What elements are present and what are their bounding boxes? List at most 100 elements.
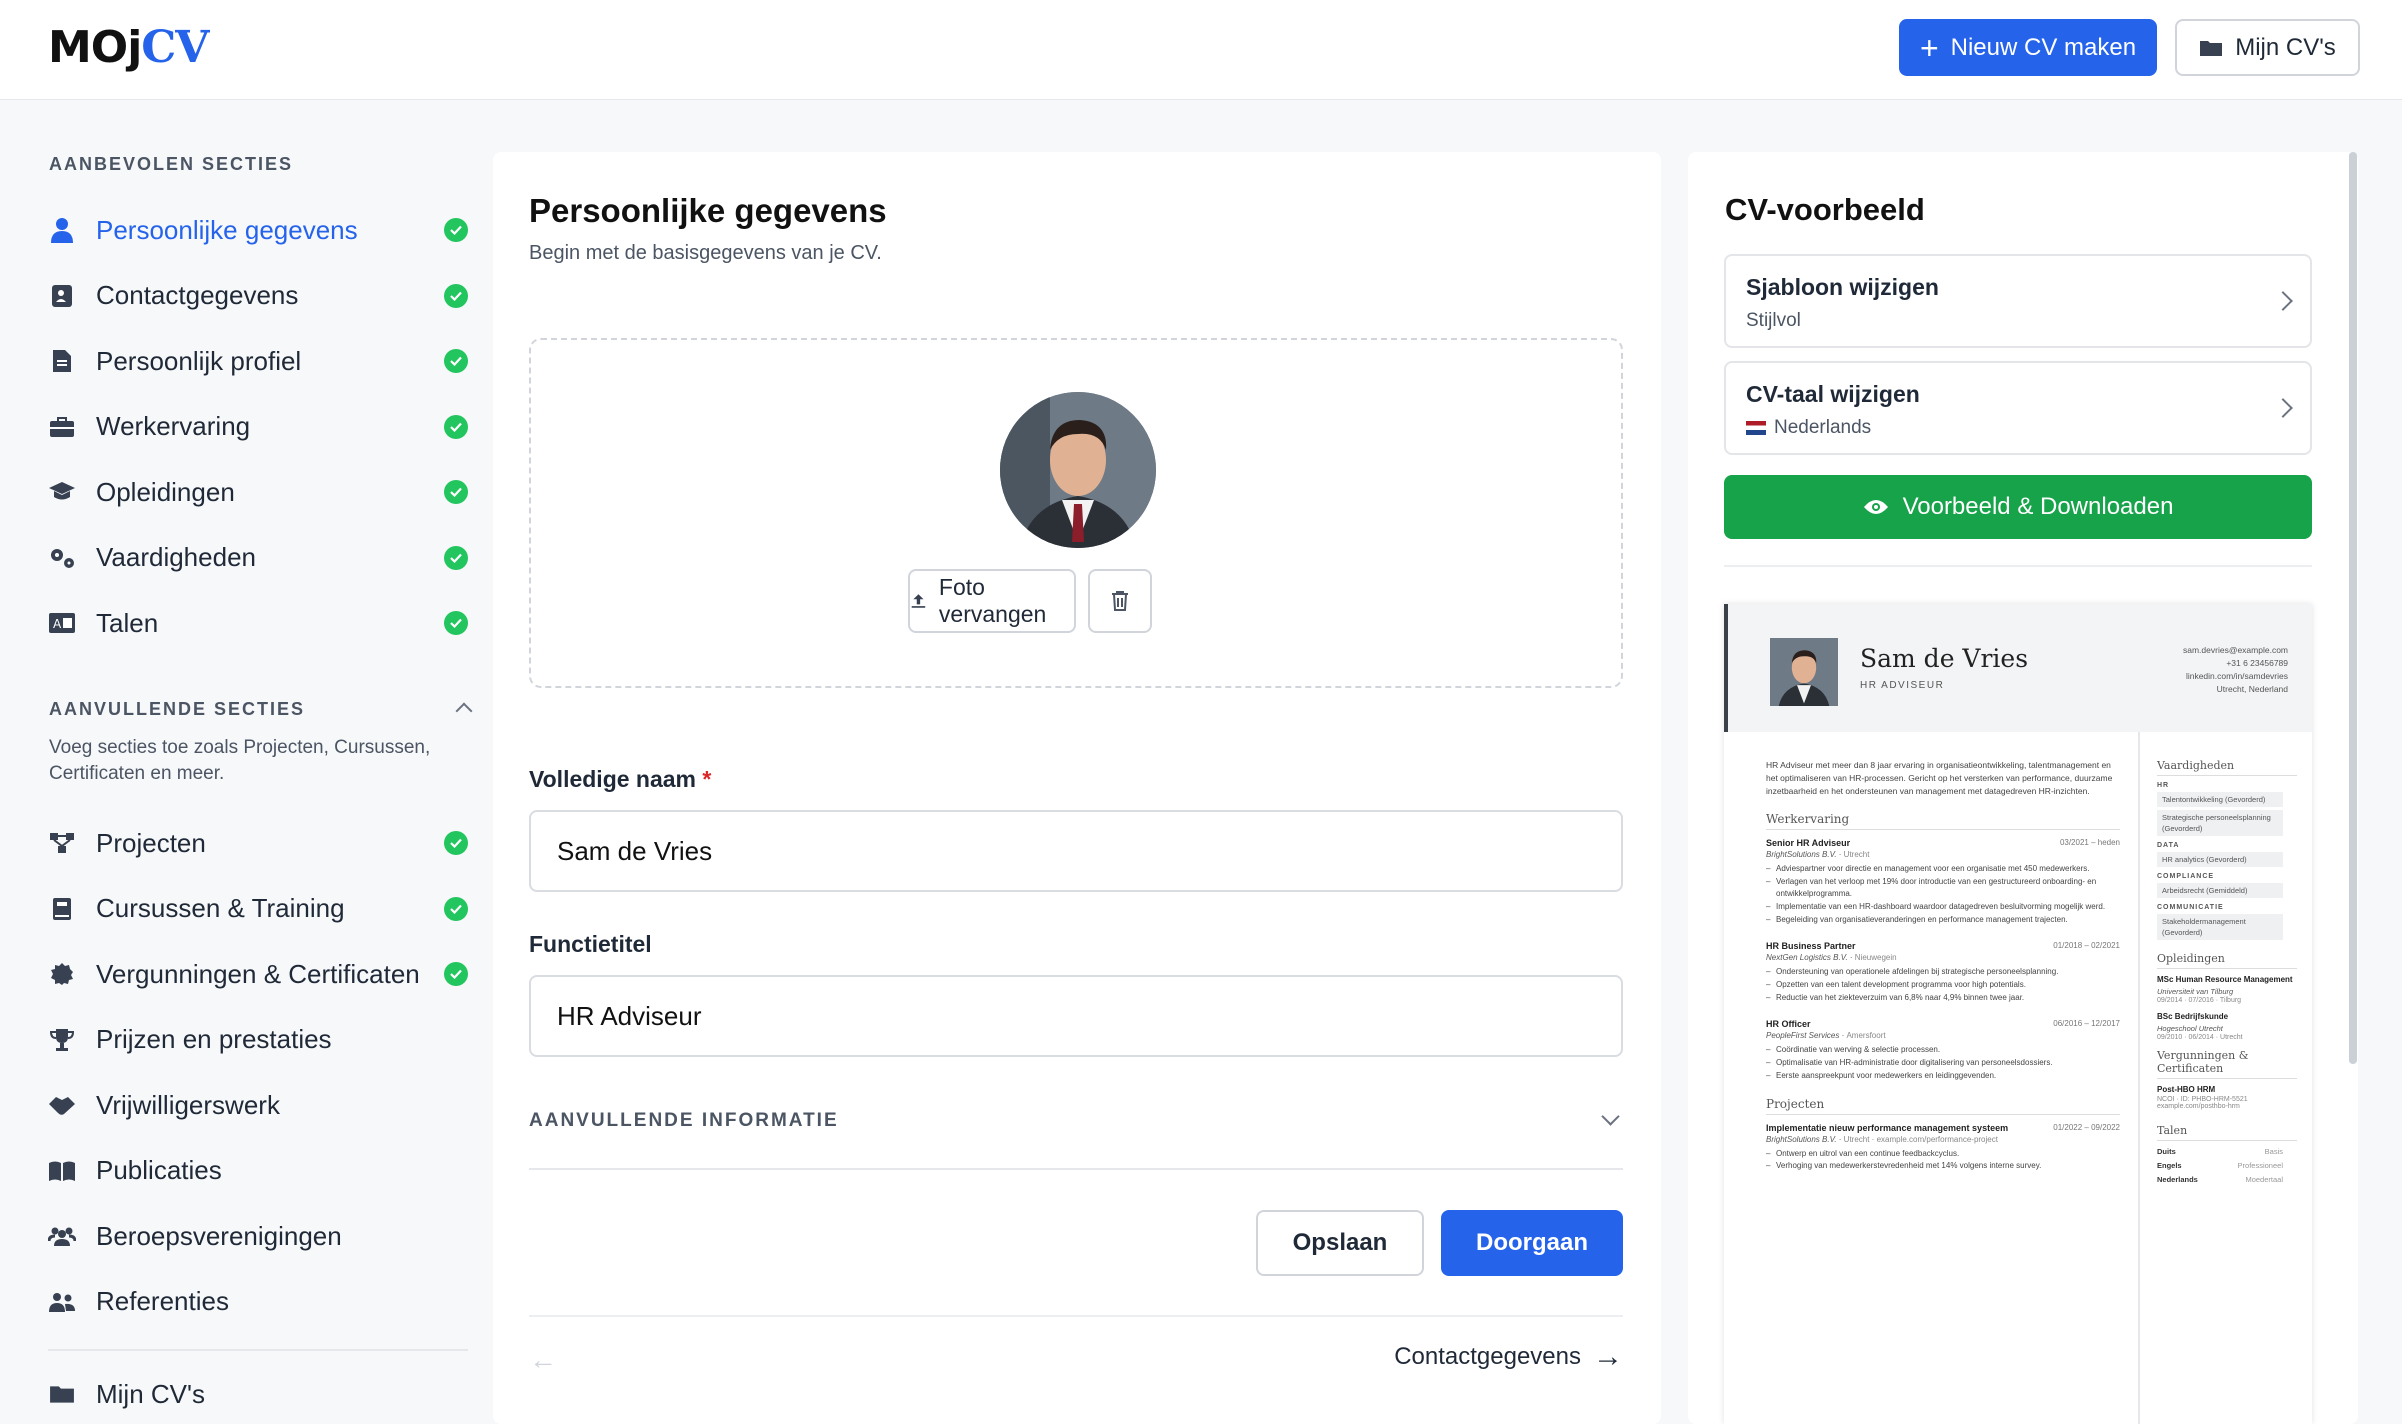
job-title-input[interactable]: HR Adviseur bbox=[529, 975, 1623, 1057]
sidebar-item-contactgegevens[interactable]: Contactgegevens bbox=[48, 271, 468, 321]
diagram-icon bbox=[48, 829, 76, 857]
cv-bullet: – Reductie van het ziekteverzuim van 6,8%… bbox=[1766, 993, 2025, 1002]
cv-language-level: Moedertaal bbox=[2245, 1175, 2283, 1184]
continue-button[interactable]: Doorgaan bbox=[1441, 1210, 1623, 1276]
sidebar-item-label: Cursussen & Training bbox=[96, 893, 345, 923]
trophy-icon bbox=[48, 1026, 76, 1054]
cv-document-preview[interactable]: Sam de Vries HR ADVISEUR sam.devries@exa… bbox=[1724, 604, 2312, 1424]
cv-text: Utrecht · example.com/performance-projec… bbox=[1843, 1135, 1998, 1144]
sidebar-item-vergunningen-certificaten[interactable]: Vergunningen & Certificaten bbox=[48, 949, 468, 999]
preview-title: CV-voorbeeld bbox=[1725, 192, 1925, 227]
sidebar-item-publicaties[interactable]: Publicaties bbox=[48, 1146, 468, 1196]
sidebar-item-talen[interactable]: A Talen bbox=[48, 598, 468, 648]
divider bbox=[2138, 732, 2140, 1424]
sidebar-item-label: Publicaties bbox=[96, 1155, 222, 1185]
preview-download-button[interactable]: Voorbeeld & Downloaden bbox=[1724, 475, 2312, 539]
cv-bullet-text: Coördinatie van werving & selectie proce… bbox=[1776, 1045, 1941, 1054]
cv-contact-line: linkedin.com/in/samdevries bbox=[2185, 671, 2288, 681]
completed-check-icon bbox=[444, 962, 468, 986]
contact-card-icon bbox=[48, 282, 76, 310]
scrollbar[interactable] bbox=[2349, 152, 2357, 1064]
additional-sections-title: AANVULLENDE SECTIES bbox=[49, 699, 306, 719]
sidebar: AANBEVOLEN SECTIES Persoonlijke gegevens… bbox=[0, 101, 492, 1424]
additional-info-toggle[interactable]: AANVULLENDE INFORMATIE bbox=[529, 1107, 1623, 1170]
sidebar-item-label: Vrijwilligerswerk bbox=[96, 1089, 280, 1120]
next-section-link[interactable]: Contactgegevens → bbox=[1394, 1342, 1623, 1372]
sidebar-item-prijzen-en-prestaties[interactable]: Prijzen en prestaties bbox=[48, 1015, 468, 1065]
cv-language-row: Engels Professioneel bbox=[2157, 1161, 2283, 1170]
cv-bullet: – Verhoging van medewerkerstevredenheid m… bbox=[1766, 1161, 2042, 1170]
sidebar-item-persoonlijk-profiel[interactable]: Persoonlijk profiel bbox=[48, 336, 468, 386]
cv-company: PeopleFirst Services bbox=[1766, 1031, 1840, 1040]
cv-contact-line: Utrecht, Nederland bbox=[2216, 684, 2288, 694]
divider bbox=[1724, 565, 2312, 567]
cv-skill-group: DATA bbox=[2157, 842, 2180, 849]
completed-check-icon bbox=[444, 480, 468, 504]
cv-language-level: Professioneel bbox=[2237, 1161, 2283, 1170]
cv-contact: sam.devries@example.com +31 6 23456789 lin… bbox=[2183, 644, 2288, 696]
chevron-right-icon bbox=[2273, 398, 2293, 418]
cv-bullet-text: Ontwerp en uitrol van een continue feedb… bbox=[1776, 1149, 1960, 1158]
cv-text bbox=[1766, 1083, 2120, 1093]
previous-arrow-icon[interactable]: ← bbox=[529, 1344, 557, 1376]
photo-upload-area[interactable]: Foto vervangen bbox=[529, 338, 1623, 688]
delete-photo-button[interactable] bbox=[1088, 569, 1152, 633]
sidebar-item-label: Beroepsverenigingen bbox=[96, 1220, 342, 1251]
sidebar-item-persoonlijke-gegevens[interactable]: Persoonlijke gegevens bbox=[48, 205, 468, 255]
trash-icon bbox=[1112, 591, 1128, 611]
sidebar-item-my-cvs[interactable]: Mijn CV's bbox=[48, 1369, 468, 1419]
sidebar-item-cursussen-training[interactable]: Cursussen & Training bbox=[48, 884, 468, 934]
sidebar-item-vrijwilligerswerk[interactable]: Vrijwilligerswerk bbox=[48, 1080, 468, 1130]
cv-bullet: – Opzetten van een talent development pro… bbox=[1766, 980, 2026, 989]
cv-edu-school: Hogeschool Utrecht bbox=[2157, 1024, 2223, 1033]
divider bbox=[48, 1349, 468, 1351]
cv-contact-line: +31 6 23456789 bbox=[2226, 658, 2288, 668]
graduation-cap-icon bbox=[48, 478, 76, 506]
sidebar-item-label: Talen bbox=[96, 607, 159, 638]
sidebar-item-opleidingen[interactable]: Opleidingen bbox=[48, 467, 468, 517]
collapse-chevron-icon[interactable] bbox=[455, 702, 473, 720]
my-cvs-button[interactable]: Mijn CV's bbox=[2175, 19, 2360, 76]
folder-icon bbox=[48, 1380, 76, 1408]
svg-text:A: A bbox=[53, 617, 62, 631]
change-language-card[interactable]: CV-taal wijzigen Nederlands bbox=[1724, 361, 2312, 455]
cv-text bbox=[1766, 1005, 2120, 1015]
cv-main-column: HR Adviseur met meer dan 8 jaar ervaring… bbox=[1766, 759, 2120, 1172]
cv-summary: HR Adviseur met meer dan 8 jaar ervaring… bbox=[1766, 760, 2113, 796]
cv-skill-tag: Stakeholdermanagement (Gevorderd) bbox=[2157, 914, 2283, 940]
cv-cert-meta: NCOI · ID: PHBO-HRM-5521 bbox=[2157, 1096, 2248, 1103]
sidebar-item-label: Projecten bbox=[96, 827, 206, 858]
cv-edu-degree: BSc Bedrijfskunde bbox=[2157, 1012, 2229, 1021]
profile-photo bbox=[1000, 392, 1156, 548]
job-title-label: Functietitel bbox=[529, 931, 652, 957]
cv-location: Nieuwegein bbox=[1854, 953, 1897, 962]
replace-photo-button[interactable]: Foto vervangen bbox=[908, 569, 1076, 633]
sidebar-item-label: Prijzen en prestaties bbox=[96, 1024, 332, 1054]
completed-check-icon bbox=[444, 414, 468, 439]
change-template-card[interactable]: Sjabloon wijzigen Stijlvol bbox=[1724, 254, 2312, 348]
arrow-right-icon: → bbox=[1593, 1340, 1623, 1373]
cv-skill-tag: Talentontwikkeling (Gevorderd) bbox=[2157, 792, 2283, 807]
cv-company: BrightSolutions B.V. bbox=[1766, 850, 1837, 859]
sidebar-item-label: Vergunningen & Certificaten bbox=[96, 958, 420, 989]
cv-job-dates: 06/2016 – 12/2017 bbox=[2053, 1019, 2120, 1028]
eye-icon bbox=[1863, 500, 1888, 514]
full-name-input[interactable]: Sam de Vries bbox=[529, 810, 1623, 892]
sidebar-item-werkervaring[interactable]: Werkervaring bbox=[48, 402, 468, 452]
completed-check-icon bbox=[444, 611, 468, 635]
gears-icon bbox=[48, 544, 76, 572]
sidebar-item-projecten[interactable]: Projecten bbox=[48, 818, 468, 868]
new-cv-button[interactable]: + Nieuw CV maken bbox=[1899, 19, 2157, 76]
save-button[interactable]: Opslaan bbox=[1256, 1210, 1424, 1276]
cv-job-company: PeopleFirst Services · Amersfoort bbox=[1766, 1031, 1886, 1040]
book-icon bbox=[48, 895, 76, 923]
sidebar-item-vaardigheden[interactable]: Vaardigheden bbox=[48, 533, 468, 583]
cv-bullet-text: Optimalisatie van HR-administratie door … bbox=[1776, 1058, 2053, 1067]
cv-project-title: Implementatie nieuw performance manageme… bbox=[1766, 1123, 2009, 1133]
sidebar-item-beroepsverenigingen[interactable]: Beroepsverenigingen bbox=[48, 1211, 468, 1261]
sidebar-item-label: Persoonlijk profiel bbox=[96, 345, 302, 376]
sidebar-item-referenties[interactable]: Referenties bbox=[48, 1277, 468, 1327]
cv-job-title: Senior HR Adviseur bbox=[1766, 838, 1851, 848]
logo[interactable]: MOjCV bbox=[48, 22, 209, 73]
cv-bullet-text: Eerste aanspreekpunt voor medewerkers en… bbox=[1776, 1071, 1997, 1080]
